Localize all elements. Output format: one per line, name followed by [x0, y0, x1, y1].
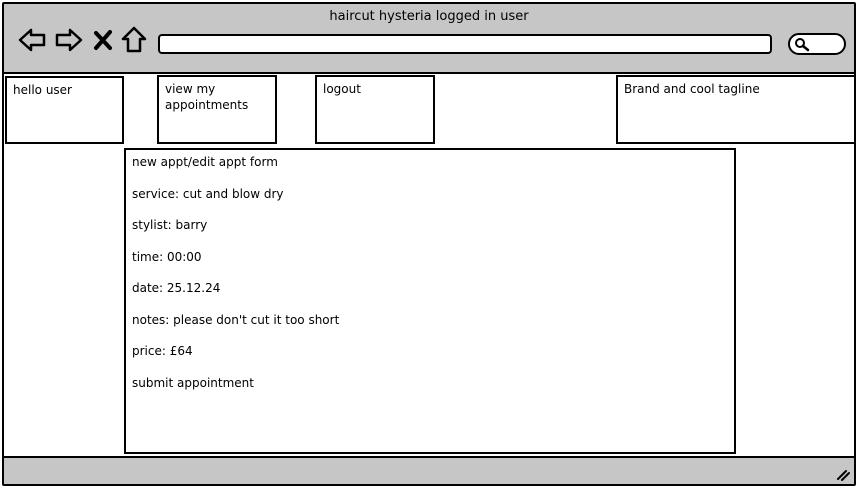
service-field[interactable]: service: cut and blow dry	[132, 186, 728, 218]
arrow-left-icon	[18, 28, 46, 52]
forward-button[interactable]	[55, 27, 83, 53]
price-field: price: £64	[132, 344, 193, 358]
home-icon	[121, 26, 147, 53]
logout-label: logout	[323, 82, 361, 96]
home-button[interactable]	[120, 26, 148, 53]
brand-tagline: Brand and cool tagline	[624, 82, 760, 96]
date-field[interactable]: date: 25.12.24	[132, 280, 728, 312]
back-button[interactable]	[18, 27, 46, 53]
submit-appointment-button[interactable]: submit appointment	[132, 375, 728, 407]
browser-titlebar: haircut hysteria logged in user	[4, 4, 854, 74]
stylist-field[interactable]: stylist: barry	[132, 217, 728, 249]
brand-box: Brand and cool tagline	[616, 75, 856, 144]
notes-field[interactable]: notes: please don't cut it too short	[132, 312, 728, 344]
arrow-right-icon	[55, 28, 83, 52]
logout-link[interactable]: logout	[315, 75, 435, 144]
stop-button[interactable]	[92, 27, 114, 53]
address-bar[interactable]	[158, 34, 772, 54]
view-appointments-link[interactable]: view my appointments	[157, 75, 277, 144]
form-title: new appt/edit appt form	[132, 155, 278, 169]
greeting-box: hello user	[5, 76, 124, 144]
view-appointments-label: view my appointments	[165, 82, 249, 112]
appointment-form: new appt/edit appt form service: cut and…	[124, 148, 736, 454]
search-button[interactable]	[788, 33, 846, 55]
window-title: haircut hysteria logged in user	[329, 9, 529, 24]
browser-window: haircut hysteria logged in user hello us…	[2, 2, 856, 486]
site-navbar: hello user view my appointments logout B…	[4, 75, 856, 146]
close-icon	[94, 30, 112, 50]
search-icon	[795, 38, 810, 52]
time-field[interactable]: time: 00:00	[132, 249, 728, 281]
main-content: new appt/edit appt form service: cut and…	[4, 146, 854, 458]
greeting-text: hello user	[13, 83, 72, 97]
status-bar	[4, 456, 854, 484]
resize-grip-icon[interactable]	[836, 467, 850, 481]
